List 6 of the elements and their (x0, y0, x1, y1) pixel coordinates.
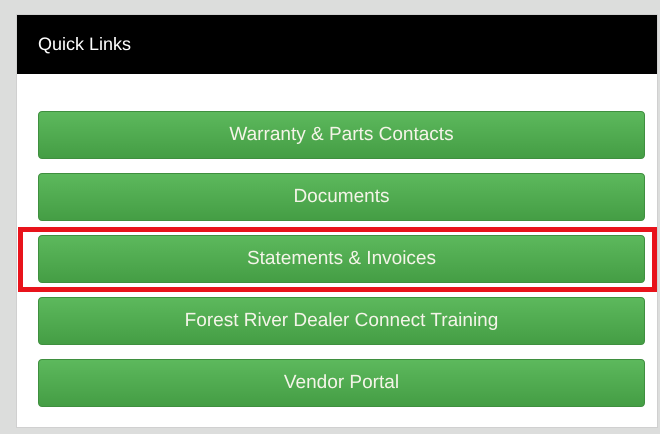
link-button[interactable]: Forest River Dealer Connect Training (38, 297, 645, 345)
link-button[interactable]: Documents (38, 173, 645, 221)
panel-title: Quick Links (38, 34, 132, 55)
link-button[interactable]: Warranty & Parts Contacts (38, 111, 645, 159)
link-button[interactable]: Vendor Portal (38, 359, 645, 407)
link-button[interactable]: Statements & Invoices (38, 235, 645, 283)
